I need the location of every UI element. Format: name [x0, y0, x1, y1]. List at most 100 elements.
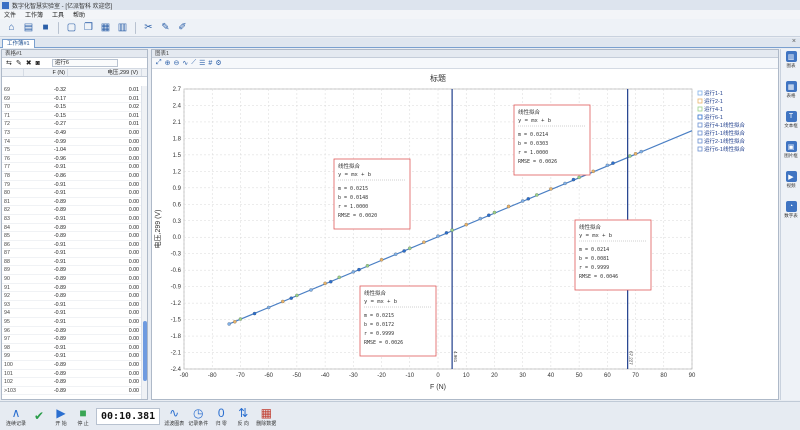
table-row[interactable]: 87 -0.91 0.00: [2, 249, 142, 258]
run-select[interactable]: 运行6: [51, 59, 118, 67]
table-row[interactable]: 86 -0.91 0.00: [2, 241, 142, 250]
zero-button[interactable]: 0归 零: [212, 406, 230, 427]
table-row[interactable]: 99 -0.91 0.00: [2, 352, 142, 361]
force-cell[interactable]: -0.89: [24, 370, 68, 378]
voltage-cell[interactable]: 0.00: [68, 232, 142, 240]
table-row[interactable]: 91 -0.89 0.00: [2, 284, 142, 293]
force-cell[interactable]: -0.89: [24, 284, 68, 292]
table-icon[interactable]: ▦: [98, 20, 113, 35]
table-row[interactable]: >103 -0.89 0.00: [2, 387, 142, 396]
pen-icon[interactable]: ✐: [175, 20, 190, 35]
voltage-cell[interactable]: 0.00: [68, 189, 142, 197]
table-row[interactable]: 80 -0.91 0.00: [2, 189, 142, 198]
force-cell[interactable]: -0.91: [24, 301, 68, 309]
reverse-button[interactable]: ⇅ 反 向: [234, 406, 252, 427]
table-row[interactable]: 73 -0.49 0.00: [2, 129, 142, 138]
stop-button[interactable]: ■ 停 止: [74, 406, 92, 427]
close-icon[interactable]: ×: [792, 38, 796, 45]
scatter-plot[interactable]: -90 -80 -70 -60 -50 -40 -30 -20 -10 0 10 20 30 40 50 60…: [152, 69, 778, 399]
force-cell[interactable]: -0.96: [24, 155, 68, 163]
new-sheet-icon[interactable]: ▢: [64, 20, 79, 35]
voltage-cell[interactable]: 0.00: [68, 155, 142, 163]
table-row[interactable]: 100 -0.89 0.00: [2, 361, 142, 370]
force-cell[interactable]: -0.91: [24, 309, 68, 317]
voltage-cell[interactable]: 0.00: [68, 138, 142, 146]
voltage-cell[interactable]: 0.00: [68, 181, 142, 189]
sidebar-meter-button[interactable]: ◔ 数字表: [781, 199, 800, 229]
sidebar-table-button[interactable]: ▦ 表格: [781, 79, 800, 109]
force-cell[interactable]: -0.91: [24, 163, 68, 171]
sidebar-chart-button[interactable]: ▥ 图表: [781, 49, 800, 79]
force-cell[interactable]: -0.15: [24, 103, 68, 111]
voltage-cell[interactable]: 0.00: [68, 163, 142, 171]
table-row[interactable]: 101 -0.89 0.00: [2, 370, 142, 379]
table-row[interactable]: 75 -1.04 0.00: [2, 146, 142, 155]
table-row[interactable]: 85 -0.89 0.00: [2, 232, 142, 241]
voltage-cell[interactable]: 0.00: [68, 129, 142, 137]
voltage-cell[interactable]: 0.02: [68, 103, 142, 111]
voltage-cell[interactable]: 0.01: [68, 95, 142, 103]
table-row[interactable]: 93 -0.91 0.00: [2, 301, 142, 310]
force-cell[interactable]: -0.91: [24, 258, 68, 266]
force-cell[interactable]: -0.27: [24, 120, 68, 128]
table-row[interactable]: 94 -0.91 0.00: [2, 309, 142, 319]
table-row[interactable]: 69 -0.17 0.01: [2, 95, 142, 104]
force-cell[interactable]: -0.91: [24, 352, 68, 360]
col-header-voltage[interactable]: 电压,299 (V): [68, 69, 142, 76]
menu-workbook[interactable]: 工作簿: [25, 10, 43, 19]
zoom-in-icon[interactable]: ⊕: [165, 59, 171, 67]
table-row[interactable]: 83 -0.91 0.00: [2, 215, 142, 224]
voltage-cell[interactable]: 0.00: [68, 275, 142, 283]
col-header-force[interactable]: F (N): [24, 69, 68, 76]
voltage-cell[interactable]: 0.00: [68, 352, 142, 360]
voltage-cell[interactable]: 0.00: [68, 387, 142, 395]
table-row[interactable]: 79 -0.91 0.00: [2, 181, 142, 190]
force-cell[interactable]: -0.99: [24, 138, 68, 146]
save-icon[interactable]: ■: [38, 20, 53, 35]
force-cell[interactable]: -0.89: [24, 361, 68, 369]
voltage-cell[interactable]: 0.01: [68, 86, 142, 94]
voltage-cell[interactable]: 0.00: [68, 258, 142, 266]
force-cell[interactable]: -0.89: [24, 335, 68, 343]
table-row[interactable]: 81 -0.89 0.00: [2, 198, 142, 207]
voltage-cell[interactable]: 0.00: [68, 301, 142, 309]
voltage-cell[interactable]: 0.00: [68, 198, 142, 206]
voltage-cell[interactable]: 0.00: [68, 249, 142, 257]
voltage-cell[interactable]: 0.00: [68, 344, 142, 352]
voltage-cell[interactable]: 0.00: [68, 327, 142, 335]
force-cell[interactable]: -0.91: [24, 344, 68, 352]
voltage-cell[interactable]: 0.00: [68, 361, 142, 369]
copy-icon[interactable]: ❐: [81, 20, 96, 35]
force-cell[interactable]: -0.91: [24, 215, 68, 223]
force-cell[interactable]: -0.49: [24, 129, 68, 137]
force-cell[interactable]: -0.89: [24, 327, 68, 335]
table-row[interactable]: 71 -0.15 0.01: [2, 112, 142, 121]
voltage-cell[interactable]: 0.00: [68, 318, 142, 326]
voltage-cell[interactable]: 0.00: [68, 370, 142, 378]
voltage-cell[interactable]: 0.00: [68, 378, 142, 386]
force-cell[interactable]: -0.89: [24, 378, 68, 386]
table-row[interactable]: 70 -0.15 0.02: [2, 103, 142, 112]
voltage-cell[interactable]: 0.00: [68, 172, 142, 180]
force-cell[interactable]: -0.89: [24, 387, 68, 395]
table-row[interactable]: 78 -0.86 0.00: [2, 172, 142, 181]
voltage-cell[interactable]: 0.00: [68, 292, 142, 300]
voltage-cell[interactable]: 0.01: [68, 120, 142, 128]
home-icon[interactable]: ⌂: [4, 20, 19, 35]
force-cell[interactable]: -0.32: [24, 86, 68, 94]
force-cell[interactable]: -0.89: [24, 224, 68, 232]
voltage-cell[interactable]: 0.01: [68, 112, 142, 120]
force-cell[interactable]: -0.89: [24, 266, 68, 274]
force-cell[interactable]: -0.89: [24, 206, 68, 214]
legend-icon[interactable]: ☰: [199, 59, 205, 67]
sidebar-textbox-button[interactable]: T 文本框: [781, 109, 800, 139]
check-button[interactable]: ✔: [30, 409, 48, 423]
table-row[interactable]: 92 -0.89 0.00: [2, 292, 142, 301]
zoom-fit-icon[interactable]: ⤢: [156, 59, 162, 67]
voltage-cell[interactable]: 0.00: [68, 335, 142, 343]
force-cell[interactable]: -0.89: [24, 292, 68, 300]
filter-chart-button[interactable]: ∿ 滤波图表: [164, 406, 184, 427]
table-row[interactable]: 84 -0.89 0.00: [2, 224, 142, 233]
table-row[interactable]: 102 -0.89 0.00: [2, 378, 142, 387]
table-row[interactable]: 97 -0.89 0.00: [2, 335, 142, 344]
